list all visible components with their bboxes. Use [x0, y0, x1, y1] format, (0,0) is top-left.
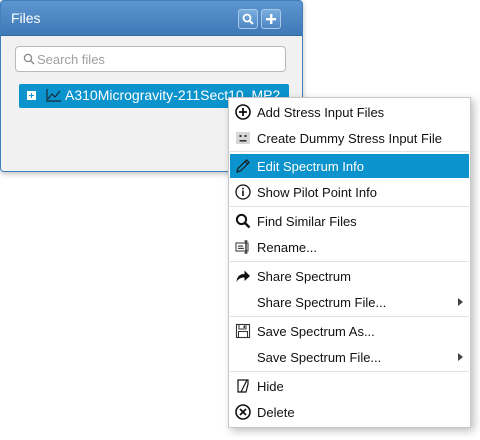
search-icon [23, 53, 35, 65]
menu-separator [230, 151, 469, 152]
menu-item-delete[interactable]: Delete [230, 400, 469, 424]
menu-item-label: Save Spectrum As... [257, 324, 375, 339]
menu-item-create-dummy-stress-input-file[interactable]: Create Dummy Stress Input File [230, 126, 469, 150]
menu-item-label: Create Dummy Stress Input File [257, 131, 442, 146]
dummy-icon [235, 130, 251, 146]
search-icon [242, 13, 254, 25]
menu-item-label: Add Stress Input Files [257, 105, 385, 120]
menu-item-label: Find Similar Files [257, 214, 357, 229]
menu-item-label: Share Spectrum [257, 269, 351, 284]
plus-circle-icon [235, 104, 251, 120]
search-files-button[interactable] [238, 9, 258, 29]
menu-item-label: Share Spectrum File... [257, 295, 387, 310]
spectrum-chart-icon [46, 89, 61, 102]
menu-separator [230, 371, 469, 372]
delete-circle-icon [235, 404, 251, 420]
menu-item-add-stress-input-files[interactable]: Add Stress Input Files [230, 100, 469, 124]
menu-item-label: Edit Spectrum Info [257, 159, 364, 174]
panel-header: Files [1, 1, 302, 36]
info-icon [235, 184, 251, 200]
search-box [15, 46, 286, 72]
add-file-button[interactable] [261, 9, 281, 29]
menu-item-label: Rename... [257, 240, 317, 255]
search-input[interactable] [37, 49, 277, 69]
submenu-arrow-icon [458, 353, 463, 361]
menu-item-label: Save Spectrum File... [257, 350, 382, 365]
pencil-icon [235, 158, 251, 174]
menu-item-label: Hide [257, 379, 284, 394]
menu-item-edit-spectrum-info[interactable]: Edit Spectrum Info [230, 154, 469, 178]
menu-item-show-pilot-point-info[interactable]: Show Pilot Point Info [230, 180, 469, 204]
plus-icon [266, 14, 276, 24]
menu-item-share-spectrum[interactable]: Share Spectrum [230, 264, 469, 288]
menu-item-rename[interactable]: Rename... [230, 235, 469, 259]
menu-item-save-spectrum-as[interactable]: Save Spectrum As... [230, 319, 469, 343]
share-arrow-icon [235, 268, 251, 284]
save-icon [235, 323, 251, 339]
expand-toggle-icon[interactable] [27, 91, 36, 100]
hide-icon [235, 378, 251, 394]
menu-separator [230, 261, 469, 262]
menu-separator [230, 316, 469, 317]
menu-separator [230, 206, 469, 207]
context-menu: Add Stress Input Files Create Dummy Stre… [228, 97, 471, 428]
submenu-arrow-icon [458, 298, 463, 306]
menu-item-label: Show Pilot Point Info [257, 185, 377, 200]
menu-item-find-similar-files[interactable]: Find Similar Files [230, 209, 469, 233]
search-icon [235, 213, 251, 229]
rename-icon [235, 239, 251, 255]
menu-item-hide[interactable]: Hide [230, 374, 469, 398]
menu-item-share-spectrum-file[interactable]: Share Spectrum File... [230, 290, 469, 314]
menu-item-label: Delete [257, 405, 295, 420]
panel-title: Files [11, 10, 41, 26]
menu-item-save-spectrum-file[interactable]: Save Spectrum File... [230, 345, 469, 369]
